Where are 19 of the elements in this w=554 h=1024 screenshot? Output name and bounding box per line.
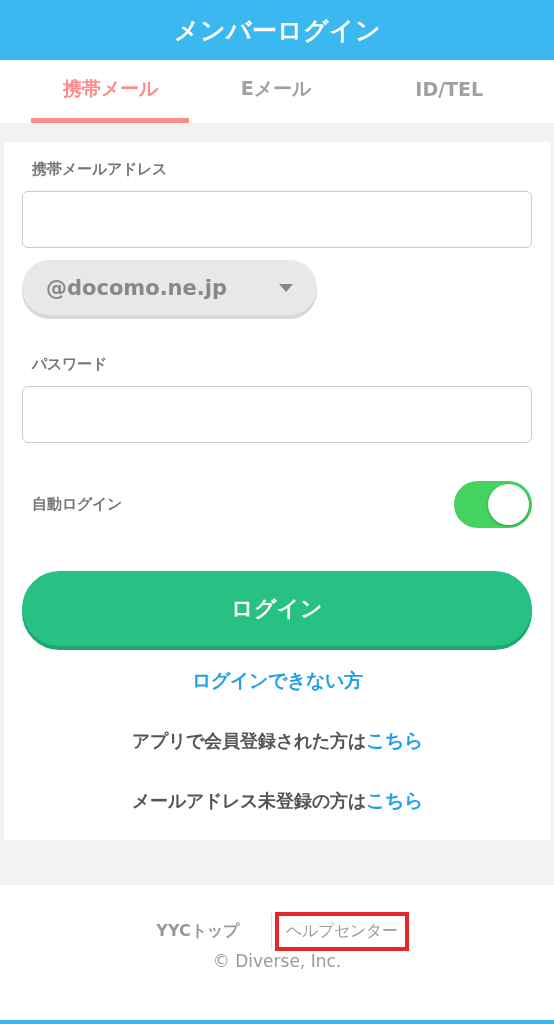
- caret-icon: [279, 283, 293, 292]
- tab[interactable]: ID/TEL: [362, 60, 536, 123]
- tab[interactable]: 携帯メール: [31, 60, 189, 123]
- here-link[interactable]: こちら: [365, 789, 423, 811]
- note-text: メールアドレス未登録の方は: [131, 790, 366, 811]
- auto-login-label: 自動ログイン: [31, 495, 122, 514]
- page-title: メンバーログイン: [173, 14, 381, 47]
- forgot-login-link[interactable]: ログインできない方: [191, 669, 363, 691]
- auto-login-toggle[interactable]: [454, 481, 532, 528]
- email-input-field[interactable]: [22, 191, 532, 248]
- footer-link[interactable]: ヘルプセンター: [277, 914, 406, 948]
- here-link[interactable]: こちら: [365, 729, 423, 751]
- copyright-text: © Diverse, Inc.: [212, 951, 342, 971]
- note-text: アプリで会員登録された方は: [131, 730, 366, 751]
- tab[interactable]: Eメール: [189, 60, 363, 123]
- password-input-field[interactable]: [22, 386, 532, 443]
- field-label: パスワード: [30, 355, 108, 375]
- field-label: 携帯メールアドレス: [31, 160, 168, 180]
- footer-link[interactable]: YYCトップ: [148, 914, 247, 948]
